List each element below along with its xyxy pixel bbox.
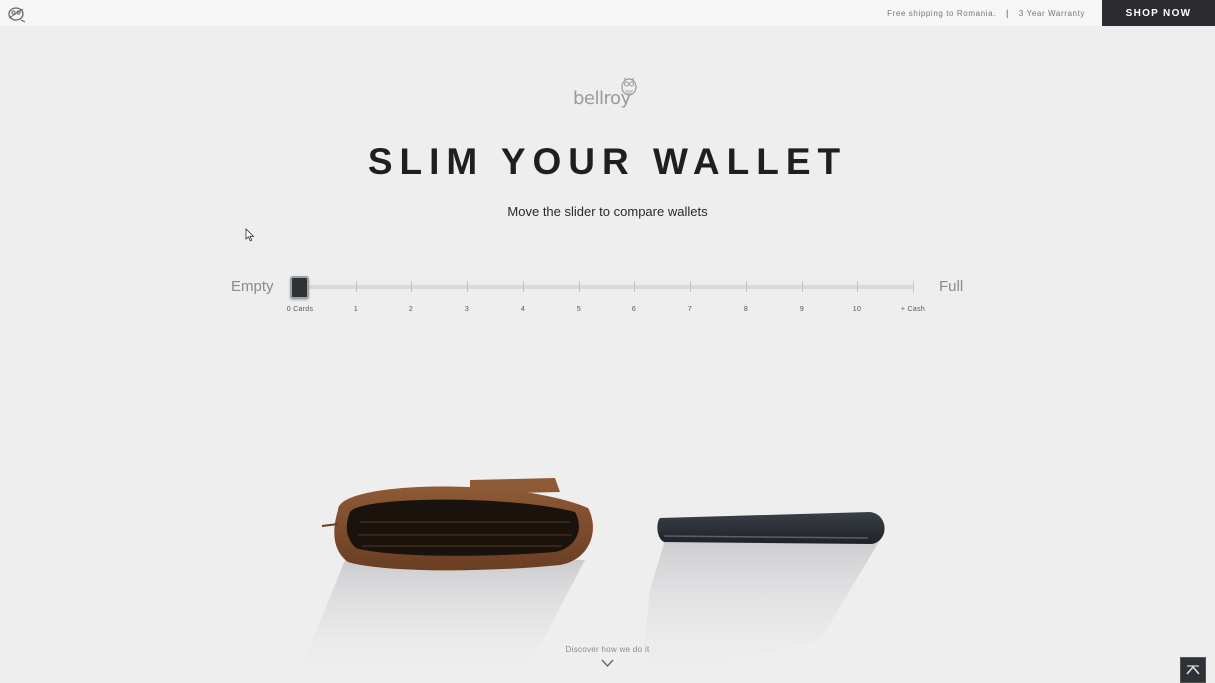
bulky-brown-wallet: [321, 478, 593, 571]
top-info: Free shipping to Romania. | 3 Year Warra…: [887, 8, 1085, 18]
slider-tick: [467, 281, 468, 292]
slider-tick-label[interactable]: 5: [577, 306, 581, 313]
brown-wallet-shadow: [295, 560, 585, 683]
slider-tick: [913, 281, 914, 292]
owl-icon[interactable]: [5, 3, 27, 23]
slider-tick: [579, 281, 580, 292]
chevron-up-icon: [1186, 665, 1200, 675]
page-subtitle: Move the slider to compare wallets: [507, 204, 708, 219]
slider-tick-label[interactable]: 9: [800, 306, 804, 313]
slider-tick: [690, 281, 691, 292]
slider-handle[interactable]: [290, 276, 309, 299]
back-to-top-button[interactable]: [1180, 657, 1206, 683]
slider-tick: [857, 281, 858, 292]
slider-full-label: Full: [939, 278, 964, 295]
owl-icon: [621, 77, 637, 96]
slider-tick-label[interactable]: 8: [744, 306, 748, 313]
slim-dark-wallet: [657, 512, 885, 544]
slider-tick: [356, 281, 357, 292]
slim-wallet-shadow: [640, 540, 880, 683]
separator: |: [1005, 8, 1009, 18]
warranty-text: 3 Year Warranty: [1018, 8, 1085, 18]
slider-tick: [802, 281, 803, 292]
slider-tick: [523, 281, 524, 292]
slider-tick-label[interactable]: 0 Cards: [287, 306, 314, 313]
slider-track[interactable]: [300, 285, 914, 289]
top-bar: Free shipping to Romania. | 3 Year Warra…: [0, 0, 1215, 26]
slider-tick-label[interactable]: 2: [409, 306, 413, 313]
slider-tick: [411, 281, 412, 292]
slider-tick-label[interactable]: 4: [521, 306, 525, 313]
slider-tick: [634, 281, 635, 292]
slider-empty-label: Empty: [231, 278, 274, 295]
discover-link[interactable]: Discover how we do it: [0, 645, 1215, 654]
slider-tick-label[interactable]: 10: [853, 306, 861, 313]
slider-tick-label[interactable]: 6: [632, 306, 636, 313]
page-title: SLIM YOUR WALLET: [367, 141, 848, 182]
slider-tick-label[interactable]: + Cash: [901, 306, 925, 313]
slider-tick-label[interactable]: 3: [465, 306, 469, 313]
chevron-down-icon[interactable]: [601, 659, 614, 668]
slider-tick-label[interactable]: 1: [354, 306, 358, 313]
mouse-cursor-icon: [245, 228, 255, 242]
shop-now-button[interactable]: SHOP NOW: [1102, 0, 1215, 26]
slider-tick: [746, 281, 747, 292]
shipping-text: Free shipping to Romania.: [887, 8, 996, 18]
slider-tick-label[interactable]: 7: [688, 306, 692, 313]
brand-logo[interactable]: bellroy: [571, 74, 645, 118]
